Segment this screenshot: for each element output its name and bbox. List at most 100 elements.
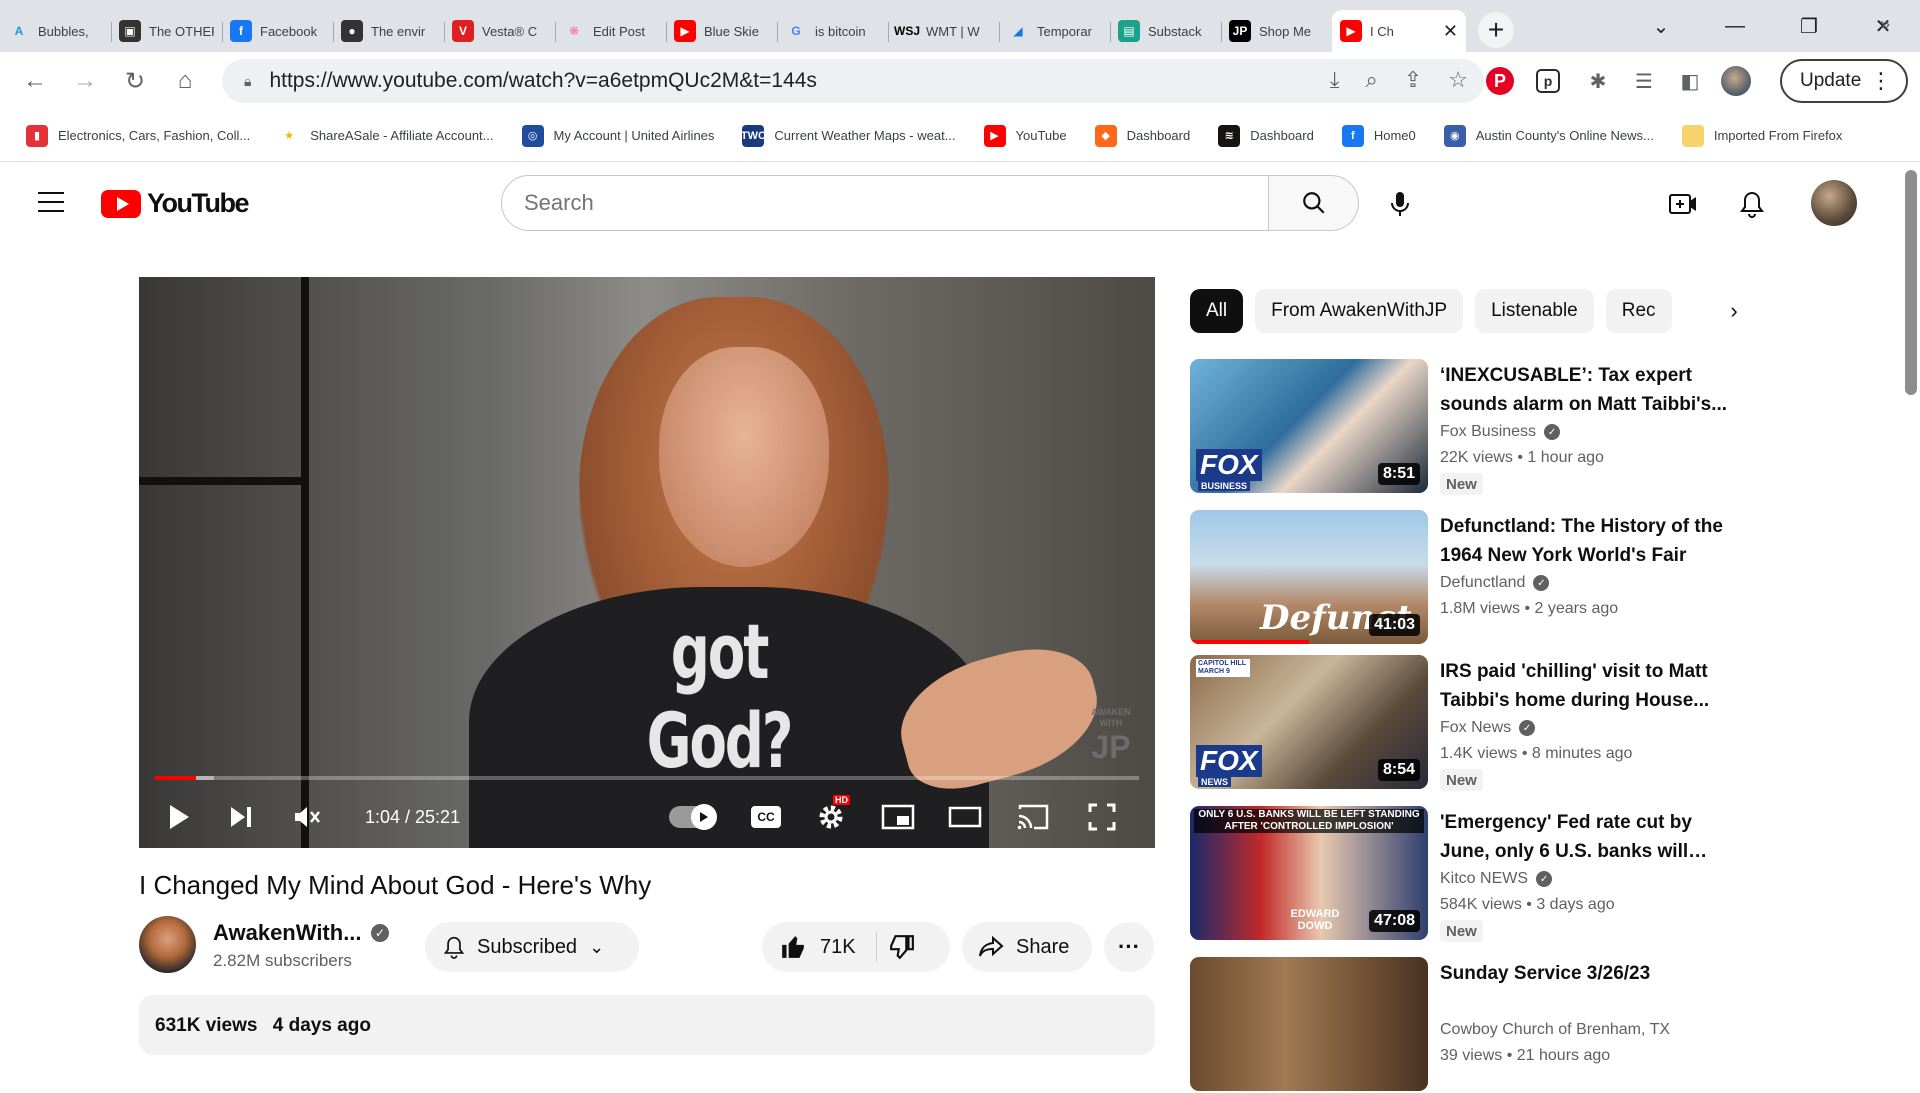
recommended-channel[interactable]: Fox Business ✓ [1440,423,1561,441]
video-thumbnail[interactable]: FOX NEWS CAPITOL HILL MARCH 9 8:54 [1190,655,1428,789]
create-button[interactable] [1661,182,1705,226]
browser-tab[interactable]: WSJ WMT | W [888,10,999,52]
mute-button[interactable] [289,787,325,847]
subscribed-button[interactable]: Subscribed ⌄ [425,922,639,972]
extensions-puzzle-icon[interactable]: ✱ [1580,63,1616,99]
back-button[interactable]: ← [10,67,60,95]
browser-tab[interactable]: ▣ The OTHER [111,10,222,52]
recommended-video[interactable]: Defunct 41:03 Defunctland: The History of … [1190,510,1730,646]
browser-tab[interactable]: ▶ I Ch ✕ [1332,10,1466,52]
filter-chip[interactable]: Listenable [1475,289,1594,333]
bookmark-item[interactable]: ◎ My Account | United Airlines [521,124,714,147]
play-button[interactable] [161,787,197,847]
pinterest-extension-icon[interactable]: P [1482,63,1518,99]
autoplay-toggle[interactable] [667,787,717,847]
forward-button[interactable]: → [60,67,110,95]
theater-mode-button[interactable] [945,787,985,847]
next-button[interactable] [223,787,259,847]
browser-tab[interactable]: ▤ Substack [1110,10,1221,52]
recommended-video-title[interactable]: IRS paid 'chilling' visit to Matt Taibbi… [1440,657,1730,715]
like-button[interactable]: 71K [762,934,856,960]
browser-tab[interactable]: V Vesta® C [444,10,555,52]
fullscreen-button[interactable] [1082,787,1122,847]
home-button[interactable]: ⌂ [160,67,210,95]
bookmark-item[interactable]: ≋ Dashboard [1218,124,1314,147]
bookmark-item[interactable]: ▮ Electronics, Cars, Fashion, Coll... [26,124,250,147]
recommended-video[interactable]: FOX NEWS CAPITOL HILL MARCH 9 8:54 IRS paid … [1190,655,1730,791]
new-tab-button[interactable]: + [1478,12,1514,48]
search-button[interactable] [1269,175,1359,231]
dislike-button[interactable] [889,934,915,960]
recommended-video-title[interactable]: Sunday Service 3/26/23 [1440,959,1730,988]
share-page-icon[interactable]: ⇪ [1404,67,1422,93]
youtube-logo[interactable]: YouTube [101,188,249,219]
browser-tab[interactable]: ◢ Temporar [999,10,1110,52]
channel-watermark[interactable]: AWAKEN WITH JP [1084,707,1138,765]
captions-button[interactable]: CC [746,787,786,847]
side-panel-icon[interactable]: ◧ [1672,63,1708,99]
channel-avatar[interactable] [139,916,196,973]
video-thumbnail[interactable]: EDWARD DOWD ONLY 6 U.S. BANKS WILL BE LEF… [1190,806,1428,940]
cast-button[interactable] [1013,787,1053,847]
recommended-video[interactable]: EDWARD DOWD ONLY 6 U.S. BANKS WILL BE LEF… [1190,806,1730,942]
recommended-video-title[interactable]: Defunctland: The History of the 1964 New… [1440,512,1730,570]
miniplayer-button[interactable] [878,787,918,847]
menu-kebab-icon[interactable]: ⋮ [1870,70,1892,92]
share-button[interactable]: Share [962,922,1092,972]
video-thumbnail[interactable] [1190,957,1428,1091]
filter-chip[interactable]: All [1190,289,1244,333]
channel-name[interactable]: AwakenWith... [213,920,362,946]
settings-button[interactable]: HD [811,787,851,847]
bookmark-item[interactable]: ▶ YouTube [983,124,1067,147]
recommended-video-title[interactable]: 'Emergency' Fed rate cut by June, only 6… [1440,808,1730,866]
recommended-channel[interactable]: Cowboy Church of Brenham, TX [1440,1021,1670,1039]
video-thumbnail[interactable]: Defunct 41:03 [1190,510,1428,644]
browser-tab[interactable]: f Facebook [222,10,333,52]
browser-tab[interactable]: JP Shop Me [1221,10,1332,52]
lock-icon[interactable]: 🔒︎ [244,73,251,90]
description-box[interactable]: 631K views 4 days ago [139,995,1155,1055]
browser-tab[interactable]: ● The envir [333,10,444,52]
restore-window-icon[interactable]: ❐ [1772,14,1846,39]
reload-button[interactable]: ↻ [110,67,160,96]
bookmark-item[interactable]: TWC Current Weather Maps - weat... [741,124,956,147]
more-actions-button[interactable]: ··· [1104,922,1154,972]
account-avatar[interactable] [1811,180,1857,226]
profile-avatar-icon[interactable] [1718,63,1754,99]
reading-list-icon[interactable]: ☰ [1626,63,1662,99]
recommended-channel[interactable]: Defunctland ✓ [1440,574,1550,592]
browser-tab[interactable]: ▶ Blue Skie [666,10,777,52]
recommended-channel[interactable]: Fox News ✓ [1440,719,1536,737]
browser-tab[interactable]: Gis bitcoin [777,10,888,52]
video-player[interactable]: got God? AWAKEN WITH JP 1:04 / 25:21 CC … [139,277,1155,848]
recommended-video-title[interactable]: ‘INEXCUSABLE’: Tax expert sounds alarm o… [1440,361,1730,419]
search-input[interactable]: Search [501,175,1269,231]
progress-bar[interactable] [155,776,1139,780]
recommended-video[interactable]: FOX BUSINESS 8:51 ‘INEXCUSABLE’: Tax expert… [1190,359,1730,495]
recommended-channel[interactable]: Kitco NEWS ✓ [1440,870,1553,888]
address-bar[interactable]: 🔒︎ https://www.youtube.com/watch?v=a6etp… [222,59,1484,103]
bookmark-item[interactable]: ▭ Imported From Firefox [1681,124,1842,147]
video-thumbnail[interactable]: FOX BUSINESS 8:51 [1190,359,1428,493]
p-extension-icon[interactable]: p [1530,63,1566,99]
bookmark-item[interactable]: ★ ShareASale - Affiliate Account... [278,125,493,147]
update-chrome-button[interactable]: Update ⋮ [1780,59,1908,103]
browser-tab[interactable]: ❋ Edit Post [555,10,666,52]
tab-search-chevron-icon[interactable]: ⌄ [1624,14,1698,39]
page-scrollbar[interactable] [1905,170,1917,395]
filter-chip[interactable]: Rec [1605,289,1672,333]
bookmark-item[interactable]: ◉ Austin County's Online News... [1443,124,1654,147]
guide-menu-icon[interactable] [38,192,64,212]
install-app-icon[interactable]: ⤓ [1330,67,1340,93]
more-bookmarks-icon[interactable]: » [1880,14,1890,35]
chevron-right-icon[interactable]: › [1716,293,1752,329]
bookmark-star-icon[interactable]: ☆ [1448,67,1468,93]
zoom-icon[interactable]: ⌕ [1366,67,1378,93]
voice-search-button[interactable] [1378,182,1422,226]
recommended-video[interactable]: Sunday Service 3/26/23 Cowboy Church of B… [1190,957,1730,1093]
close-tab-icon[interactable]: ✕ [1443,21,1458,42]
browser-tab[interactable]: A Bubbles, [0,10,111,52]
bookmark-item[interactable]: f Home0 [1341,124,1416,147]
bookmark-item[interactable]: ◆ Dashboard [1094,124,1190,147]
notifications-button[interactable] [1730,182,1774,226]
